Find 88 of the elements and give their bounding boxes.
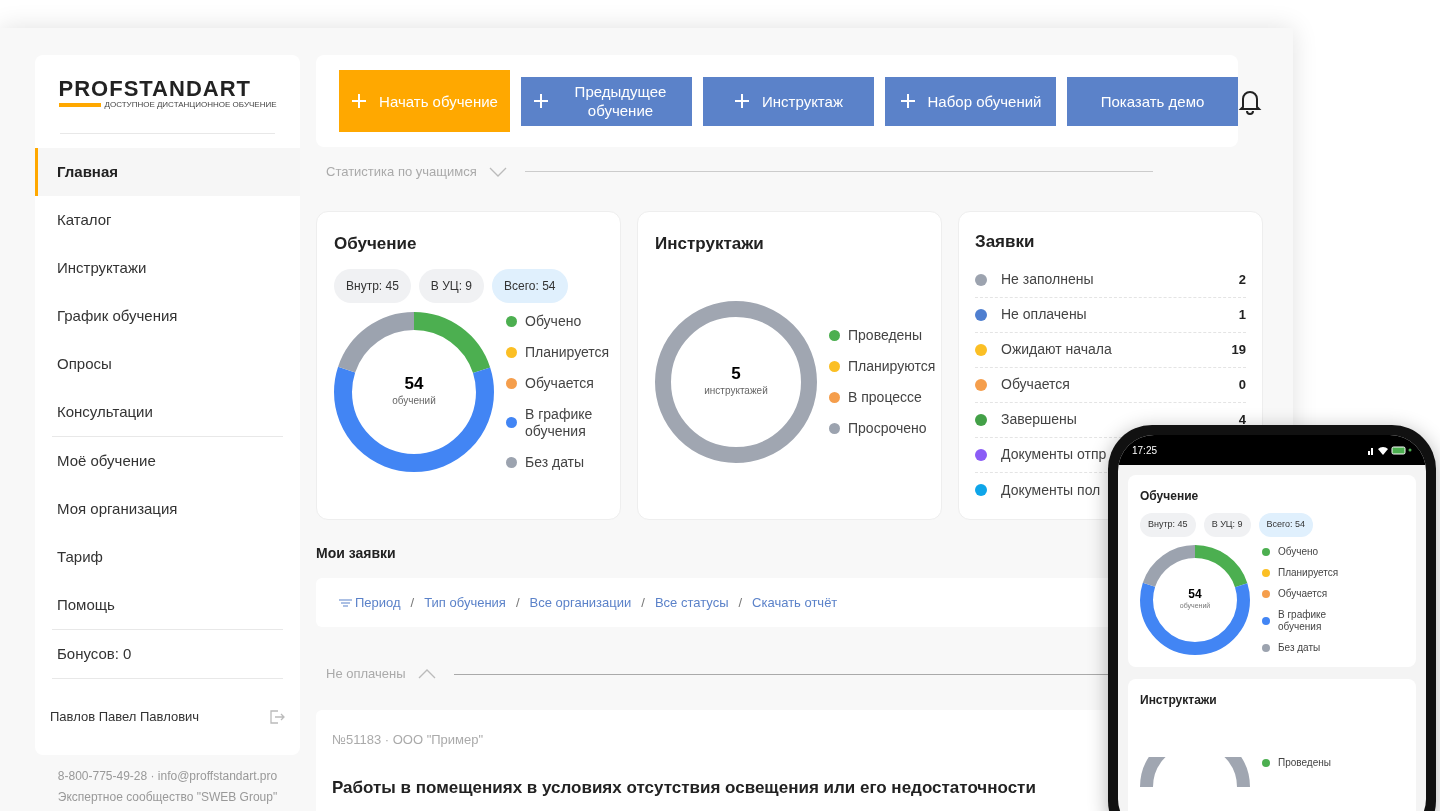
plus-icon [899, 93, 916, 109]
donut-unit: обучений [392, 394, 436, 409]
status-label: Документы отпр [1001, 445, 1107, 465]
legend-label: Без даты [525, 453, 586, 471]
filter-chip[interactable]: Всего: 54 [492, 268, 568, 303]
status-label: Документы пол [1001, 480, 1101, 500]
sidebar-item[interactable]: Помощь [35, 581, 300, 629]
toolbar-button[interactable]: Показать демо [1067, 76, 1238, 126]
order-meta: №51183 · ООО "Пример" [332, 730, 485, 749]
card-title: Инструктажи [655, 233, 765, 256]
filter-link[interactable]: Все статусы [654, 592, 729, 613]
card-title: Заявки [975, 231, 1036, 254]
filter-chip[interactable]: Внутр: 45 [334, 268, 411, 303]
filter-chip[interactable]: В УЦ: 9 [418, 268, 484, 303]
logout-icon[interactable] [268, 708, 286, 726]
card-title: Инструктажи [1140, 691, 1218, 709]
breadcrumb-separator: / [515, 593, 520, 612]
legend-label: Проведены [848, 326, 924, 344]
user-name: Павлов Павел Павлович [50, 708, 200, 727]
logo-bar [58, 103, 101, 107]
sidebar-item[interactable]: График обучения [35, 292, 300, 340]
legend-label: Обучается [1278, 587, 1329, 600]
section-title: Мои заявки [316, 544, 397, 564]
community-text: Экспертное сообщество "SWEB Group" [57, 789, 278, 806]
status-time: 17:25 [1132, 443, 1158, 458]
plus-icon [734, 93, 751, 109]
breadcrumb-separator: / [641, 593, 645, 612]
legend-label: Обучено [1278, 545, 1320, 558]
card-title: Обучение [334, 233, 418, 256]
chevron-up-icon[interactable] [417, 669, 436, 679]
filter-link[interactable]: Период [355, 592, 401, 613]
section-heading: Статистика по учащимся [326, 162, 477, 181]
card-title: Обучение [1140, 488, 1200, 505]
filter-chip[interactable]: Внутр: 45 [1140, 513, 1196, 537]
toolbar-button[interactable]: Предыдущее обучение [521, 76, 692, 126]
legend-label: Обучается [525, 374, 595, 392]
filter-link[interactable]: Все организации [529, 592, 632, 613]
breadcrumb-separator: / [738, 593, 743, 612]
donut-total: 54 [404, 375, 424, 394]
filter-link[interactable]: Скачать отчёт [752, 592, 838, 613]
sidebar-item[interactable]: Опросы [35, 340, 300, 388]
status-label: Обучается [1001, 375, 1070, 395]
legend-label: Планируется [525, 343, 611, 361]
legend-label: Планируется [1278, 566, 1340, 579]
chevron-down-icon[interactable] [488, 166, 507, 177]
filter-icon [339, 597, 352, 608]
filter-chip[interactable]: В УЦ: 9 [1203, 513, 1251, 537]
filter-chip[interactable]: Всего: 54 [1258, 513, 1314, 537]
toolbar-button[interactable]: Инструктаж [703, 76, 874, 126]
legend-label: Проведены [1278, 756, 1332, 769]
sidebar-item[interactable]: Бонусов: 0 [35, 630, 300, 678]
sidebar-item[interactable]: Моё обучение [35, 437, 300, 485]
section-heading: Не оплачены [326, 665, 406, 684]
legend-label: В графике обучения [1278, 608, 1328, 633]
legend-label: Просрочено [848, 419, 928, 437]
status-count: 4 [1238, 410, 1246, 429]
status-count: 19 [1231, 340, 1246, 359]
donut-total: 54 [1188, 587, 1202, 601]
sidebar-item[interactable]: Консультации [35, 388, 300, 436]
donut-total: 5 [731, 365, 741, 384]
toolbar-button[interactable]: Набор обучений [885, 76, 1056, 126]
sidebar-item[interactable]: Моя организация [35, 485, 300, 533]
status-label: Не оплачены [1001, 305, 1087, 325]
sidebar-item[interactable]: Тариф [35, 533, 300, 581]
donut-unit: инструктажей [704, 384, 768, 399]
status-label: Не заполнены [1001, 270, 1094, 290]
legend-label: Обучено [525, 312, 583, 330]
breadcrumb-separator: / [410, 593, 415, 612]
legend-label: В графике обучения [525, 405, 594, 440]
legend-label: Без даты [1278, 641, 1322, 654]
filter-link[interactable]: Тип обучения [424, 592, 506, 613]
status-icons-drawing [1368, 445, 1412, 455]
status-count: 1 [1238, 305, 1246, 324]
plus-icon [351, 93, 368, 109]
logo-text: PROFSTANDART [58, 78, 251, 100]
plus-icon [533, 93, 549, 109]
legend-label: Планируются [848, 357, 937, 375]
sidebar-item[interactable]: Инструктажи [35, 244, 300, 292]
logo-tagline: ДОСТУПНОЕ ДИСТАНЦИОННОЕ ОБУЧЕНИЕ [104, 100, 277, 110]
sidebar-item[interactable]: Главная [35, 148, 300, 196]
status-count: 2 [1238, 270, 1246, 289]
legend-label: В процессе [848, 388, 923, 406]
contacts: 8-800-775-49-28 · info@proffstandart.pro [57, 768, 278, 785]
status-label: Завершены [1001, 410, 1077, 430]
status-count: 0 [1238, 375, 1246, 394]
order-title[interactable]: Работы в помещениях в условиях отсутствия освещения или его недостаточности [332, 775, 1036, 801]
status-label: Ожидают начала [1001, 340, 1112, 360]
sidebar-item[interactable]: Каталог [35, 196, 300, 244]
